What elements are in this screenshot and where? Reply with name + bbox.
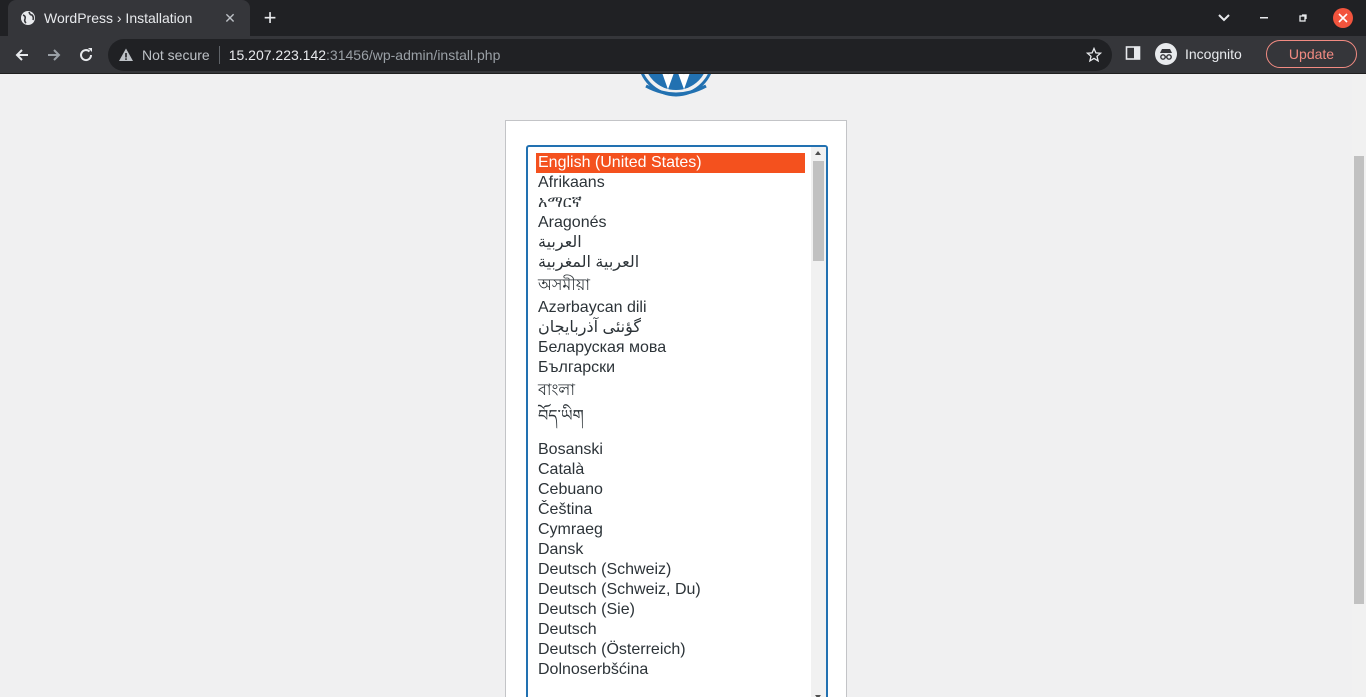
arrow-left-icon — [15, 49, 28, 61]
language-option[interactable]: Aragonés — [536, 213, 805, 233]
page-scrollbar[interactable] — [1352, 74, 1366, 697]
language-option[interactable]: Deutsch (Schweiz, Du) — [536, 580, 805, 600]
url-host: 15.207.223.142 — [228, 47, 327, 63]
warning-triangle-icon — [119, 48, 133, 61]
language-option[interactable]: العربية — [536, 233, 805, 253]
address-bar[interactable]: Not secure 15.207.223.142 :31456/wp-admi… — [108, 39, 1112, 71]
language-option[interactable]: العربية المغربية — [536, 253, 805, 273]
tab-search-icon[interactable] — [1214, 8, 1234, 28]
language-option[interactable]: Dansk — [536, 540, 805, 560]
language-option[interactable]: گؤنئی آذربایجان — [536, 318, 805, 338]
language-list[interactable]: English (United States) Afrikaans አማርኛ Arag… — [536, 153, 805, 680]
language-option[interactable]: Deutsch (Sie) — [536, 600, 805, 620]
language-option[interactable]: Български — [536, 358, 805, 378]
language-option[interactable]: Беларуская мова — [536, 338, 805, 358]
tab-bar: WordPress › Installation ✕ + — [0, 0, 1366, 36]
minimize-icon[interactable] — [1254, 8, 1274, 28]
reload-icon — [80, 48, 93, 62]
language-option[interactable]: Deutsch — [536, 620, 805, 640]
language-option[interactable]: Cebuano — [536, 480, 805, 500]
arrow-right-icon — [48, 49, 61, 61]
select-scrollbar[interactable] — [811, 147, 826, 697]
page-scroll-thumb[interactable] — [1354, 156, 1364, 604]
browser-tab[interactable]: WordPress › Installation ✕ — [8, 0, 250, 36]
language-option[interactable]: Deutsch (Österreich) — [536, 640, 805, 660]
star-icon[interactable] — [1086, 47, 1102, 63]
omnibox-divider — [218, 46, 220, 64]
scroll-up-icon[interactable] — [815, 151, 821, 155]
language-option[interactable]: Català — [536, 460, 805, 480]
back-button[interactable] — [10, 43, 34, 67]
language-option[interactable]: Cymraeg — [536, 520, 805, 540]
language-card: English (United States) Afrikaans አማርኛ Arag… — [505, 120, 847, 697]
language-option[interactable]: Azərbaycan dili — [536, 298, 805, 318]
side-panel-icon[interactable] — [1125, 45, 1141, 61]
language-option[interactable]: বাংলা — [536, 378, 805, 403]
restore-icon[interactable] — [1293, 8, 1313, 28]
profile-indicator[interactable]: Incognito — [1155, 43, 1242, 65]
url-path: :31456/wp-admin/install.php — [326, 47, 501, 63]
new-tab-button[interactable]: + — [258, 6, 282, 30]
select-scroll-thumb[interactable] — [813, 161, 824, 261]
language-option[interactable]: Bosanski — [536, 440, 805, 460]
incognito-icon — [1155, 43, 1177, 65]
page-content: English (United States) Afrikaans አማርኛ Arag… — [0, 74, 1352, 697]
profile-label: Incognito — [1185, 46, 1242, 62]
globe-icon — [21, 11, 35, 25]
language-option[interactable]: አማርኛ — [536, 193, 805, 213]
language-option[interactable]: བོད་ཡིག — [536, 403, 805, 440]
reload-button[interactable] — [74, 43, 98, 67]
tab-title: WordPress › Installation — [44, 10, 193, 26]
window-close-icon[interactable] — [1333, 8, 1353, 28]
language-option[interactable]: English (United States) — [536, 153, 805, 173]
wordpress-logo-icon — [640, 74, 712, 97]
language-option[interactable]: Dolnoserbšćina — [536, 660, 805, 680]
forward-button[interactable] — [42, 43, 66, 67]
security-status[interactable]: Not secure — [142, 47, 210, 63]
update-button[interactable]: Update — [1266, 40, 1357, 68]
language-select[interactable]: English (United States) Afrikaans አማርኛ Arag… — [526, 145, 828, 697]
language-option[interactable]: Čeština — [536, 500, 805, 520]
language-option[interactable]: Afrikaans — [536, 173, 805, 193]
language-option[interactable]: অসমীয়া — [536, 273, 805, 298]
language-option[interactable]: Deutsch (Schweiz) — [536, 560, 805, 580]
tab-close-icon[interactable]: ✕ — [220, 10, 240, 27]
